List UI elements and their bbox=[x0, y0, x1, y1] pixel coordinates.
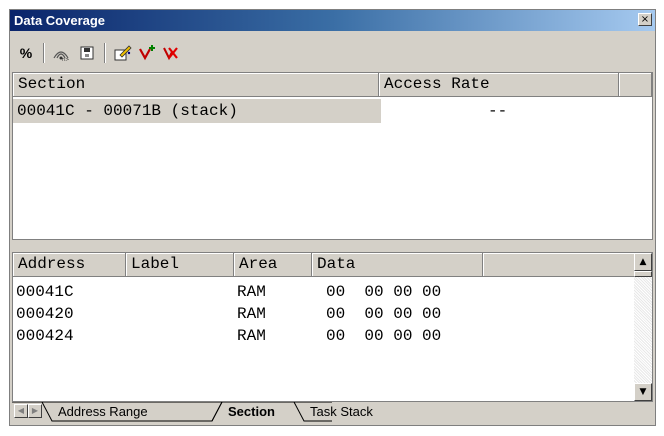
save-button[interactable] bbox=[76, 42, 98, 64]
arrow-up-icon: ▲ bbox=[639, 257, 647, 267]
add-icon bbox=[139, 45, 155, 61]
column-header-empty bbox=[619, 73, 652, 97]
address-cell: 00041C bbox=[16, 283, 74, 301]
header-label: Area bbox=[239, 255, 278, 273]
toolbar-separator bbox=[104, 43, 106, 63]
column-header-area[interactable]: Area bbox=[234, 253, 312, 277]
data-cell: 00 00 00 00 bbox=[326, 283, 442, 301]
delete-range-button[interactable] bbox=[160, 42, 182, 64]
header-label: Section bbox=[18, 75, 86, 93]
close-button[interactable]: × bbox=[638, 13, 652, 26]
section-pane: Section Access Rate 00041C - 00071B (sta… bbox=[12, 72, 653, 240]
scroll-thumb[interactable] bbox=[634, 271, 652, 277]
tab-strip: ◀ ▶ Address Range Section Task Stack bbox=[12, 402, 653, 424]
address-cell: 000424 bbox=[16, 327, 74, 345]
percent-icon: % bbox=[19, 45, 33, 61]
column-header-address[interactable]: Address bbox=[13, 253, 126, 277]
toolbar: % n> bbox=[10, 31, 655, 71]
access-rate-cell: -- bbox=[488, 102, 508, 120]
window-title: Data Coverage bbox=[14, 13, 106, 28]
toolbar-separator bbox=[43, 43, 45, 63]
radar-button[interactable]: n> bbox=[50, 42, 72, 64]
tab-address-range[interactable]: Address Range bbox=[58, 402, 148, 422]
table-row[interactable]: 00041C - 00071B (stack) -- bbox=[13, 99, 652, 123]
edit-button[interactable] bbox=[112, 42, 134, 64]
area-cell: RAM bbox=[237, 305, 266, 323]
column-header-access-rate[interactable]: Access Rate bbox=[379, 73, 619, 97]
table-row[interactable]: 000424 RAM 00 00 00 00 bbox=[13, 325, 635, 347]
header-label: Data bbox=[317, 255, 356, 273]
title-bar[interactable]: Data Coverage × bbox=[10, 10, 655, 31]
vertical-scrollbar[interactable]: ▲ ▼ bbox=[634, 253, 652, 401]
table-row[interactable]: 000420 RAM 00 00 00 00 bbox=[13, 303, 635, 325]
header-label: Address bbox=[18, 255, 86, 273]
close-icon: × bbox=[640, 14, 650, 25]
area-cell: RAM bbox=[237, 283, 266, 301]
area-cell: RAM bbox=[237, 327, 266, 345]
column-header-empty bbox=[483, 253, 636, 277]
disk-icon bbox=[80, 46, 94, 60]
scroll-down-button[interactable]: ▼ bbox=[634, 383, 652, 401]
svg-text:n>: n> bbox=[62, 57, 69, 62]
tab-section[interactable]: Section bbox=[228, 402, 275, 422]
percent-button[interactable]: % bbox=[15, 42, 37, 64]
table-row[interactable]: 00041C RAM 00 00 00 00 bbox=[13, 281, 635, 303]
data-cell: 00 00 00 00 bbox=[326, 305, 442, 323]
delete-icon bbox=[163, 47, 178, 61]
column-header-section[interactable]: Section bbox=[13, 73, 379, 97]
pencil-icon bbox=[114, 45, 132, 61]
column-header-data[interactable]: Data bbox=[312, 253, 483, 277]
tab-task-stack[interactable]: Task Stack bbox=[310, 402, 373, 422]
address-cell: 000420 bbox=[16, 305, 74, 323]
header-label: Access Rate bbox=[384, 75, 490, 93]
add-range-button[interactable] bbox=[136, 42, 158, 64]
coverage-icon: n> bbox=[53, 51, 69, 62]
arrow-down-icon: ▼ bbox=[639, 387, 647, 397]
section-cell: 00041C - 00071B (stack) bbox=[13, 99, 381, 123]
data-pane: Address Label Area Data 00041C RAM 00 00… bbox=[12, 252, 653, 402]
data-cell: 00 00 00 00 bbox=[326, 327, 442, 345]
header-label: Label bbox=[131, 255, 180, 273]
column-header-label[interactable]: Label bbox=[126, 253, 234, 277]
data-coverage-window: Data Coverage × % n> Section Access Rate… bbox=[9, 9, 656, 426]
scroll-up-button[interactable]: ▲ bbox=[634, 253, 652, 271]
